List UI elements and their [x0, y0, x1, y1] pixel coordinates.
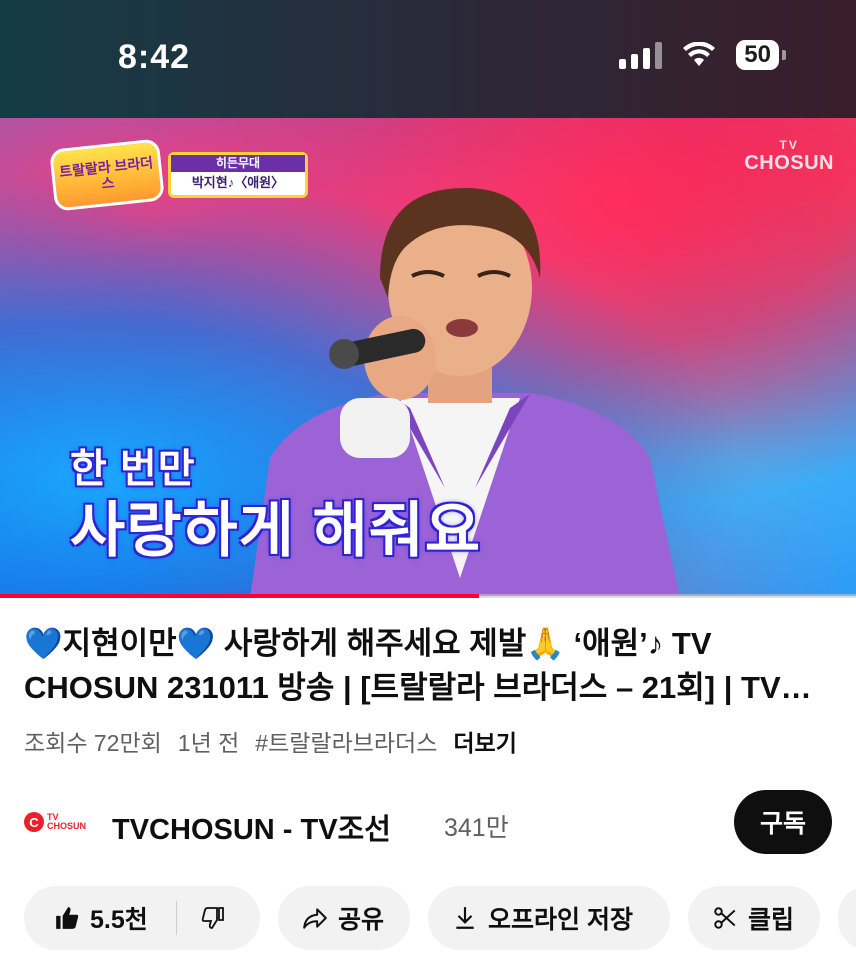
video-meta[interactable]: 조회수 72만회 1년 전 #트랄랄라브라더스 더보기: [24, 724, 517, 758]
hashtag-link[interactable]: #트랄랄라브라더스: [255, 724, 437, 758]
clip-button[interactable]: 클립: [688, 886, 820, 950]
channel-avatar[interactable]: C TV CHOSUN: [24, 808, 88, 836]
status-icons: 50: [619, 40, 786, 70]
video-progress-bar[interactable]: [0, 594, 856, 598]
action-bar: 5.5천 공유 오프라인 저장 클립: [24, 886, 856, 950]
more-link[interactable]: 더보기: [453, 724, 516, 758]
view-count: 조회수 72만회: [24, 730, 162, 756]
subscribe-button[interactable]: 구독: [734, 790, 832, 854]
status-bar: 8:42 50: [0, 0, 856, 118]
like-dislike-chip: 5.5천: [24, 886, 260, 950]
clip-label: 클립: [748, 906, 795, 934]
dislike-button[interactable]: [201, 906, 225, 930]
like-count[interactable]: 5.5천: [90, 900, 148, 936]
wifi-icon: [683, 42, 716, 66]
thumbs-down-icon: [201, 907, 224, 929]
channel-watermark: TV CHOSUN: [744, 138, 834, 174]
cellular-signal-icon: [619, 41, 663, 69]
scissors-icon: [714, 907, 736, 929]
download-icon: [456, 907, 474, 929]
status-time: 8:42: [118, 38, 191, 76]
show-logo: 트랄랄라 브라더스: [49, 138, 165, 212]
share-button[interactable]: 공유: [278, 886, 410, 950]
video-title[interactable]: 💙지현이만💙 사랑하게 해주세요 제발🙏 ‘애원’♪ TV CHOSUN 231…: [24, 622, 834, 710]
thumbs-up-icon: [56, 907, 79, 929]
offline-save-button[interactable]: 오프라인 저장: [428, 886, 670, 950]
like-button[interactable]: [54, 905, 80, 931]
share-icon: [303, 908, 327, 929]
like-divider: [175, 901, 177, 935]
upload-age: 1년 전: [177, 730, 240, 756]
offline-save-label: 오프라인 저장: [488, 906, 633, 934]
video-progress-fill: [0, 594, 480, 598]
battery-icon: 50: [736, 40, 786, 70]
share-label: 공유: [338, 906, 385, 934]
more-actions-chip[interactable]: [838, 886, 856, 950]
channel-name[interactable]: TVCHOSUN - TV조선: [112, 806, 391, 848]
channel-row: C TV CHOSUN TVCHOSUN - TV조선 341만 구독: [0, 790, 856, 856]
video-player[interactable]: 트랄랄라 브라더스 히든무대 박지현♪〈애원〉 TV CHOSUN 한 번만 사…: [0, 118, 856, 596]
subscriber-count: 341만: [444, 814, 509, 842]
channel-logo-icon: C: [24, 812, 44, 832]
battery-level: 50: [736, 40, 779, 70]
lyric-line-2: 사랑하게 해줘요: [70, 497, 482, 564]
